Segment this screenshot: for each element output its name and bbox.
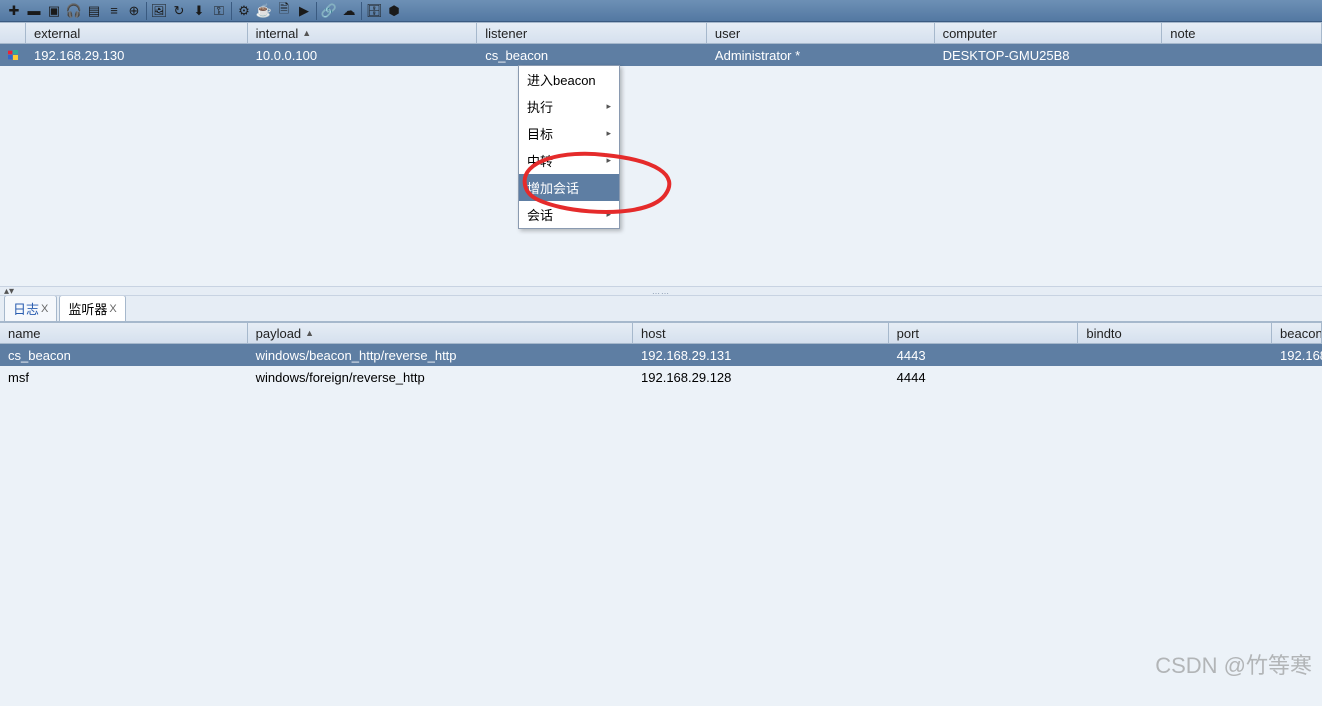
col-beacon[interactable]: beacon	[1272, 323, 1322, 343]
download-icon[interactable]: ⬇	[189, 1, 209, 21]
toolbar-separator	[146, 2, 147, 20]
listeners-table[interactable]: cs_beacon windows/beacon_http/reverse_ht…	[0, 344, 1322, 706]
list-icon[interactable]: ▤	[84, 1, 104, 21]
key-icon[interactable]: ⚿	[209, 1, 229, 21]
cell-name: msf	[0, 368, 248, 387]
sessions-header: external internal▲ listener user compute…	[0, 22, 1322, 44]
col-computer[interactable]: computer	[935, 23, 1163, 43]
toolbar-separator	[231, 2, 232, 20]
cell-computer: DESKTOP-GMU25B8	[935, 46, 1163, 65]
chevron-right-icon: ▸	[606, 101, 611, 112]
cell-external: 192.168.29.130	[26, 46, 248, 65]
ctx-spawn-session[interactable]: 增加会话	[519, 174, 619, 201]
image-icon[interactable]: 🖼	[149, 1, 169, 21]
ctx-execute[interactable]: 执行▸	[519, 93, 619, 120]
cloud-icon[interactable]: ☁	[339, 1, 359, 21]
cell-user: Administrator *	[707, 46, 935, 65]
toolbar-separator	[361, 2, 362, 20]
close-icon[interactable]: X	[41, 303, 48, 315]
chevron-icon[interactable]: ▴▾	[4, 286, 14, 297]
col-listener[interactable]: listener	[477, 23, 707, 43]
pane-splitter[interactable]: ▴▾ ⋯⋯	[0, 286, 1322, 296]
minus-icon[interactable]: ▬	[24, 1, 44, 21]
cell-payload: windows/beacon_http/reverse_http	[248, 346, 633, 365]
cell-beacon: 192.168	[1272, 346, 1322, 365]
col-port[interactable]: port	[889, 323, 1079, 343]
document-icon[interactable]: 🗎	[274, 1, 294, 21]
coffee-icon[interactable]: ☕	[254, 1, 274, 21]
ctx-enter-beacon[interactable]: 进入beacon	[519, 66, 619, 93]
sessions-table[interactable]: 192.168.29.130 10.0.0.100 cs_beacon Admi…	[0, 44, 1322, 286]
square-icon[interactable]: ▣	[44, 1, 64, 21]
server-icon[interactable]: 🗄	[364, 1, 384, 21]
cell-host: 192.168.29.131	[633, 346, 889, 365]
close-icon[interactable]: X	[109, 303, 116, 315]
tab-log[interactable]: 日志X	[4, 295, 57, 321]
cell-port: 4443	[889, 346, 1079, 365]
chevron-right-icon: ▸	[606, 209, 611, 220]
cell-name: cs_beacon	[0, 346, 248, 365]
cell-payload: windows/foreign/reverse_http	[248, 368, 633, 387]
plus-icon[interactable]: ✚	[4, 1, 24, 21]
bottom-tabs: 日志X 监听器X	[0, 296, 1322, 322]
headphone-icon[interactable]: 🎧	[64, 1, 84, 21]
link-icon[interactable]: 🔗	[319, 1, 339, 21]
splitter-grip-icon: ⋯⋯	[652, 289, 670, 298]
table-row[interactable]: msf windows/foreign/reverse_http 192.168…	[0, 366, 1322, 388]
gear-icon[interactable]: ⚙	[234, 1, 254, 21]
cell-note	[1162, 53, 1322, 57]
cell-bindto	[1078, 375, 1272, 379]
toolbar-separator	[316, 2, 317, 20]
target-icon[interactable]: ⊕	[124, 1, 144, 21]
col-payload[interactable]: payload▲	[248, 323, 633, 343]
terminal-icon[interactable]: ▶	[294, 1, 314, 21]
listeners-header: name payload▲ host port bindto beacon	[0, 322, 1322, 344]
windows-os-icon	[0, 46, 26, 64]
session-context-menu: 进入beacon 执行▸ 目标▸ 中转▸ 增加会话 会话▸	[518, 65, 620, 229]
col-user[interactable]: user	[707, 23, 935, 43]
col-bindto[interactable]: bindto	[1078, 323, 1272, 343]
ctx-target[interactable]: 目标▸	[519, 120, 619, 147]
col-note[interactable]: note	[1162, 23, 1322, 43]
col-internal[interactable]: internal▲	[248, 23, 478, 43]
chevron-right-icon: ▸	[606, 128, 611, 139]
sort-asc-icon: ▲	[305, 328, 314, 338]
table-row[interactable]: 192.168.29.130 10.0.0.100 cs_beacon Admi…	[0, 44, 1322, 66]
ctx-pivot[interactable]: 中转▸	[519, 147, 619, 174]
tab-listeners[interactable]: 监听器X	[59, 295, 125, 321]
ctx-session[interactable]: 会话▸	[519, 201, 619, 228]
cube-icon[interactable]: ⬢	[384, 1, 404, 21]
cell-bindto	[1078, 353, 1272, 357]
col-external[interactable]: external	[26, 23, 248, 43]
bars-icon[interactable]: ≡	[104, 1, 124, 21]
sort-asc-icon: ▲	[302, 28, 311, 38]
cell-internal: 10.0.0.100	[248, 46, 478, 65]
cell-port: 4444	[889, 368, 1079, 387]
chevron-right-icon: ▸	[606, 155, 611, 166]
cell-host: 192.168.29.128	[633, 368, 889, 387]
refresh-icon[interactable]: ↻	[169, 1, 189, 21]
cell-listener: cs_beacon	[477, 46, 707, 65]
main-toolbar: ✚ ▬ ▣ 🎧 ▤ ≡ ⊕ 🖼 ↻ ⬇ ⚿ ⚙ ☕ 🗎 ▶ 🔗 ☁ 🗄 ⬢	[0, 0, 1322, 22]
col-host[interactable]: host	[633, 323, 889, 343]
col-name[interactable]: name	[0, 323, 248, 343]
cell-beacon	[1272, 375, 1322, 379]
table-row[interactable]: cs_beacon windows/beacon_http/reverse_ht…	[0, 344, 1322, 366]
